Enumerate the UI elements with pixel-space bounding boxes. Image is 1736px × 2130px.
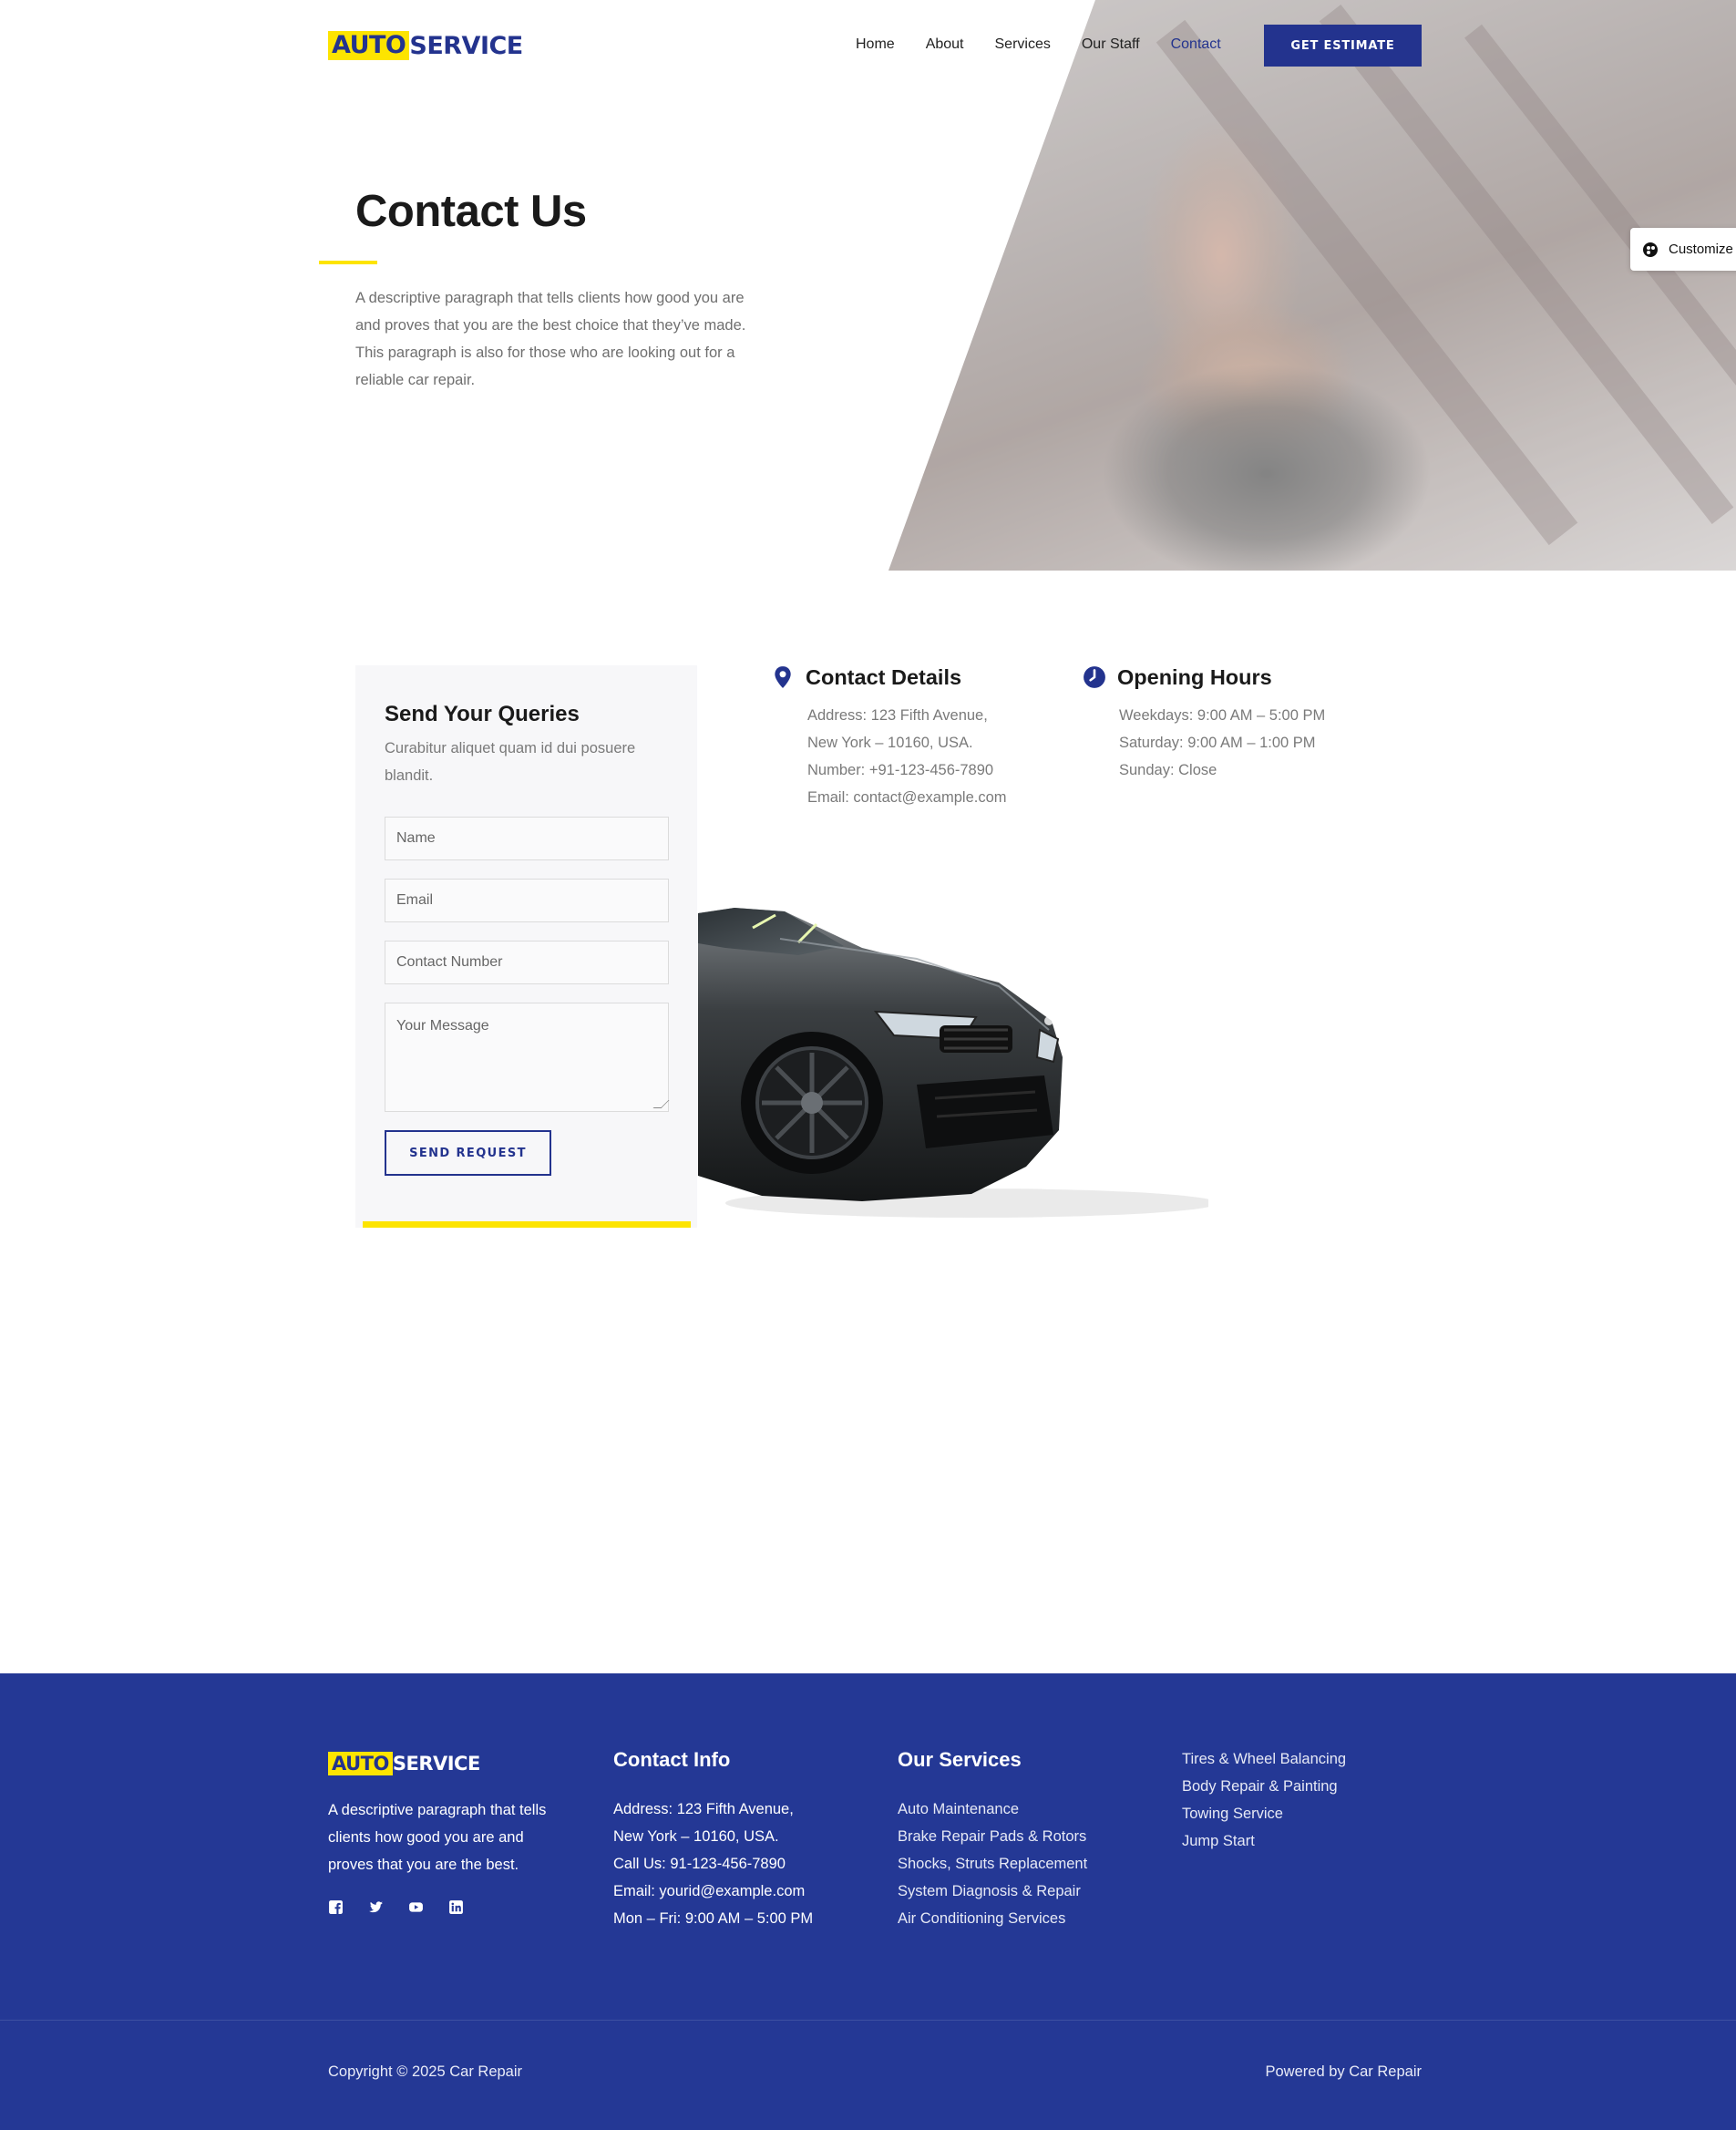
footer-service-link[interactable]: Brake Repair Pads & Rotors [898,1823,1087,1850]
footer-service-link[interactable]: Jump Start [1182,1827,1346,1855]
youtube-icon[interactable] [408,1899,424,1915]
location-pin-icon [775,666,791,688]
send-request-button[interactable]: SEND REQUEST [385,1130,551,1176]
contact-email: Email: contact@example.com [807,789,1007,806]
copyright-text: Copyright © 2025 Car Repair [328,2063,523,2080]
footer-logo[interactable]: AUTO SERVICE [328,1752,480,1775]
contact-details-heading: Contact Details [806,665,962,689]
site-logo[interactable]: AUTO SERVICE [328,31,523,60]
contact-details-list: Address: 123 Fifth Avenue, New York – 10… [807,702,1007,811]
logo-service: SERVICE [409,31,523,60]
facebook-icon[interactable] [328,1899,344,1915]
footer-services-list: Auto Maintenance Brake Repair Pads & Rot… [898,1796,1087,1932]
palette-icon [1643,242,1658,257]
hero-mechanic-image [889,0,1736,571]
footer-about: A descriptive paragraph that tells clien… [328,1796,546,1878]
footer-services-more-list: Tires & Wheel Balancing Body Repair & Pa… [1182,1745,1346,1855]
form-subtitle: Curabitur aliquet quam id dui posuere bl… [385,740,636,784]
main-nav: Home About Services Our Staff Contact [856,36,1252,53]
page-title: Contact Us [355,187,587,236]
opening-hours-heading: Opening Hours [1117,665,1272,689]
contact-address-line-1: Address: 123 Fifth Avenue, [807,707,988,724]
name-field[interactable]: Name [385,817,669,860]
customize-label: Customize [1669,242,1733,257]
footer-contact-heading: Contact Info [613,1748,731,1771]
footer-logo-auto: AUTO [328,1752,393,1775]
customize-button[interactable]: Customize [1630,228,1736,271]
hours-saturday: Saturday: 9:00 AM – 1:00 PM [1119,735,1316,751]
footer-service-link[interactable]: Air Conditioning Services [898,1905,1087,1932]
email-field[interactable]: Email [385,879,669,922]
footer-services-heading: Our Services [898,1748,1022,1771]
hours-sunday: Sunday: Close [1119,762,1217,778]
contact-address-line-2: New York – 10160, USA. [807,735,973,751]
footer-contact-line: Email: yourid@example.com [613,1883,806,1899]
nav-contact[interactable]: Contact [1171,36,1221,53]
linkedin-icon[interactable] [448,1899,464,1915]
footer-about-line: proves that you are the best. [328,1857,519,1873]
get-estimate-button[interactable]: GET ESTIMATE [1264,25,1422,67]
footer-contact-line: Address: 123 Fifth Avenue, [613,1801,794,1817]
hours-weekdays: Weekdays: 9:00 AM – 5:00 PM [1119,707,1326,724]
footer-service-link[interactable]: Auto Maintenance [898,1796,1087,1823]
hero-description: A descriptive paragraph that tells clien… [355,290,746,388]
footer-service-link[interactable]: Towing Service [1182,1800,1346,1827]
nav-about[interactable]: About [926,36,964,53]
contact-number-field[interactable]: Contact Number [385,941,669,984]
footer-contact-line: Call Us: 91-123-456-7890 [613,1856,786,1872]
form-title: Send Your Queries [385,702,580,726]
footer-logo-service: SERVICE [392,1753,480,1775]
clock-icon [1084,666,1105,688]
nav-home[interactable]: Home [856,36,895,53]
footer-service-link[interactable]: Shocks, Struts Replacement [898,1850,1087,1878]
site-footer [0,1673,1736,2130]
powered-by-text: Powered by Car Repair [1265,2063,1423,2080]
footer-service-link[interactable]: System Diagnosis & Repair [898,1878,1087,1905]
footer-contact-line: Mon – Fri: 9:00 AM – 5:00 PM [613,1910,814,1927]
nav-our-staff[interactable]: Our Staff [1082,36,1140,53]
footer-contact-line: New York – 10160, USA. [613,1828,779,1845]
twitter-icon[interactable] [368,1899,384,1915]
opening-hours-list: Weekdays: 9:00 AM – 5:00 PM Saturday: 9:… [1119,702,1325,784]
footer-contact-list: Address: 123 Fifth Avenue, New York – 10… [613,1796,813,1932]
footer-about-line: clients how good you are and [328,1829,524,1846]
footer-divider [0,2020,1736,2021]
footer-about-line: A descriptive paragraph that tells [328,1802,547,1818]
logo-auto: AUTO [328,31,410,60]
footer-service-link[interactable]: Tires & Wheel Balancing [1182,1745,1346,1773]
footer-service-link[interactable]: Body Repair & Painting [1182,1773,1346,1800]
nav-services[interactable]: Services [995,36,1051,53]
car-image [698,908,1208,1218]
contact-number: Number: +91-123-456-7890 [807,762,994,778]
message-field[interactable]: Your Message [385,1003,669,1112]
form-accent-bar [363,1221,691,1228]
title-underline [319,261,377,264]
